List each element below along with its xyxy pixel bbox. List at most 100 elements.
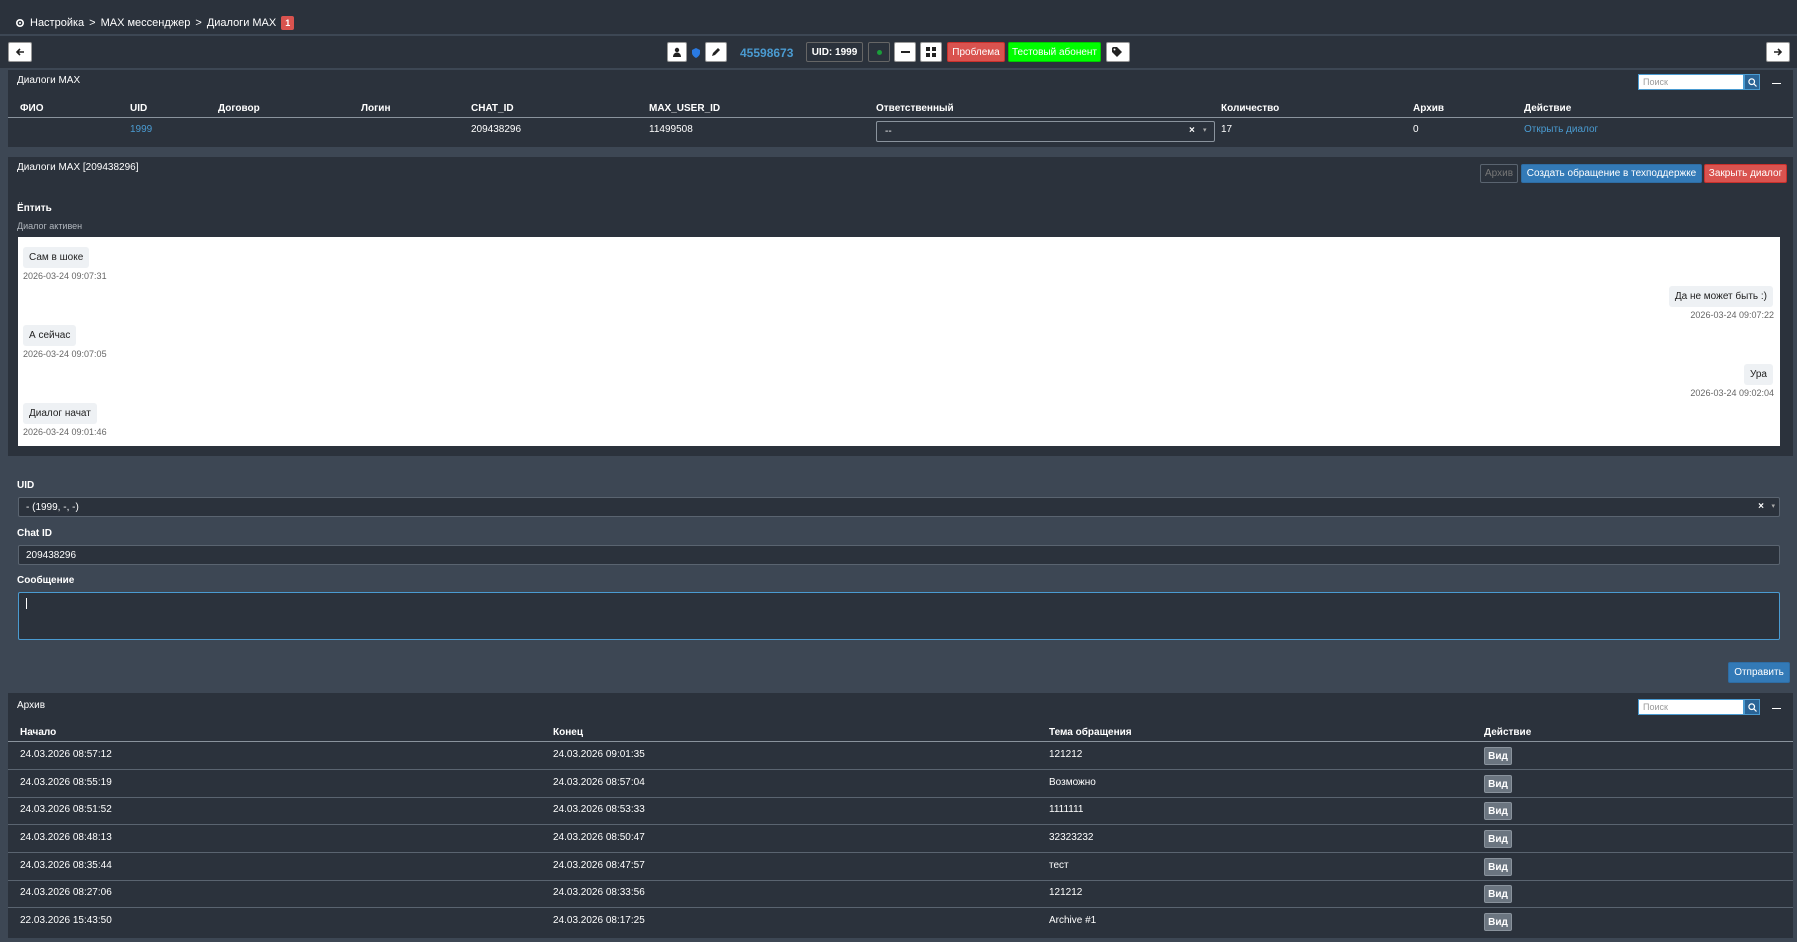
row-divider [8,852,1793,853]
col-contract: Договор [218,103,260,114]
cell-archive: 0 [1413,124,1419,135]
message-textarea[interactable] [18,592,1780,640]
cell-end: 24.03.2026 08:17:25 [553,915,645,926]
view-button[interactable]: Вид [1484,775,1512,793]
message-label: Сообщение [17,575,75,586]
cell-start: 22.03.2026 15:43:50 [20,915,112,926]
cell-end: 24.03.2026 08:47:57 [553,860,645,871]
phone-number[interactable]: 45598673 [740,46,793,60]
clear-icon[interactable]: × [1758,501,1764,512]
row-divider [8,797,1793,798]
cell-topic: Archive #1 [1049,915,1097,926]
breadcrumb-messenger[interactable]: MAX мессенджер [101,17,191,29]
dialog-user-name: Ёптить [17,203,52,214]
text-cursor [26,598,27,609]
problem-button[interactable]: Проблема [947,42,1005,62]
dialogs-search-input[interactable]: Поиск [1638,74,1744,90]
view-button[interactable]: Вид [1484,885,1512,903]
create-support-request-button[interactable]: Создать обращение в техподдержке [1521,164,1702,183]
table-divider [8,741,1793,742]
breadcrumb-dialogs: Диалоги MAX [206,17,277,29]
col-start: Начало [20,727,57,738]
chat-id-label: Chat ID [17,528,52,539]
cell-uid-link[interactable]: 1999 [130,124,152,135]
cell-topic: 121212 [1049,887,1083,898]
message-bubble: Да не может быть :) [1668,286,1773,307]
chat-messages: Сам в шоке 2026-03-24 09:07:31 Да не мож… [18,237,1780,446]
user-icon [673,47,681,57]
view-button[interactable]: Вид [1484,802,1512,820]
col-topic: Тема обращения [1049,727,1132,738]
cell-start: 24.03.2026 08:48:13 [20,832,112,843]
col-max-user-id: MAX_USER_ID [649,103,721,114]
forward-button[interactable] [1766,42,1790,62]
user-button[interactable] [667,42,687,62]
back-button[interactable] [8,42,32,62]
archive-search-button[interactable] [1744,699,1760,715]
tags-button[interactable] [1106,42,1130,62]
breadcrumb-settings[interactable]: Настройка [30,17,84,29]
chat-id-input[interactable] [18,545,1780,565]
archive-collapse-button[interactable] [1772,708,1781,709]
cell-topic: тест [1049,860,1069,871]
row-divider [8,880,1793,881]
status-button[interactable] [868,42,890,62]
view-button[interactable]: Вид [1484,858,1512,876]
cell-topic: Возможно [1049,777,1096,788]
row-divider [8,769,1793,770]
view-button[interactable]: Вид [1484,830,1512,848]
uid-select[interactable]: - (1999, -, -) × ▾ [18,497,1780,517]
uid-select-value: - (1999, -, -) [26,501,79,513]
cell-topic: 32323232 [1049,832,1094,843]
cell-end: 24.03.2026 08:33:56 [553,887,645,898]
message-time: 2026-03-24 09:01:46 [23,427,107,437]
minus-button[interactable] [894,42,916,62]
dialogs-panel-title: Диалоги MAX [17,75,81,86]
status-dot-icon [876,49,882,55]
search-icon [1747,702,1757,712]
col-uid: UID [130,103,148,114]
view-button[interactable]: Вид [1484,913,1512,931]
view-button[interactable]: Вид [1484,747,1512,765]
open-dialog-link[interactable]: Открыть диалог [1524,124,1598,135]
archive-button[interactable]: Архив [1480,164,1518,183]
col-count: Количество [1221,103,1280,114]
search-icon [1747,77,1757,87]
col-responsible: Ответственный [876,103,954,114]
uid-badge: UID: 1999 [806,42,863,62]
cell-start: 24.03.2026 08:27:06 [20,887,112,898]
send-button[interactable]: Отправить [1728,662,1790,683]
test-subscriber-button[interactable]: Тестовый абонент [1008,42,1101,62]
cell-start: 24.03.2026 08:57:12 [20,749,112,760]
breadcrumb-separator: > [89,17,96,29]
edit-button[interactable] [705,42,727,62]
col-login: Логин [361,103,391,114]
message-time: 2026-03-24 09:02:04 [1690,388,1774,398]
row-divider [8,824,1793,825]
clear-icon[interactable]: × [1189,125,1195,136]
dialogs-search-button[interactable] [1744,74,1760,90]
chevron-down-icon: ▾ [1203,127,1207,134]
col-action: Действие [1484,727,1532,738]
cell-start: 24.03.2026 08:55:19 [20,777,112,788]
grid-button[interactable] [920,42,942,62]
col-action: Действие [1524,103,1572,114]
pencil-icon [712,48,720,56]
cell-end: 24.03.2026 09:01:35 [553,749,645,760]
message-time: 2026-03-24 09:07:31 [23,271,107,281]
archive-search-input[interactable]: Поиск [1638,699,1744,715]
cell-end: 24.03.2026 08:57:04 [553,777,645,788]
tags-icon [1112,47,1122,57]
breadcrumb-separator: > [195,17,202,29]
cell-start: 24.03.2026 08:51:52 [20,804,112,815]
notification-badge: 1 [281,16,295,30]
message-time: 2026-03-24 09:07:05 [23,349,107,359]
cell-count: 17 [1221,124,1233,135]
message-bubble: А сейчас [23,325,77,346]
close-dialog-button[interactable]: Закрыть диалог [1704,164,1787,183]
cell-start: 24.03.2026 08:35:44 [20,860,112,871]
responsible-select[interactable]: -- × ▾ [876,121,1215,142]
cell-topic: 1111111 [1049,804,1084,815]
dialogs-collapse-button[interactable] [1772,83,1781,84]
archive-panel-title: Архив [17,700,46,711]
